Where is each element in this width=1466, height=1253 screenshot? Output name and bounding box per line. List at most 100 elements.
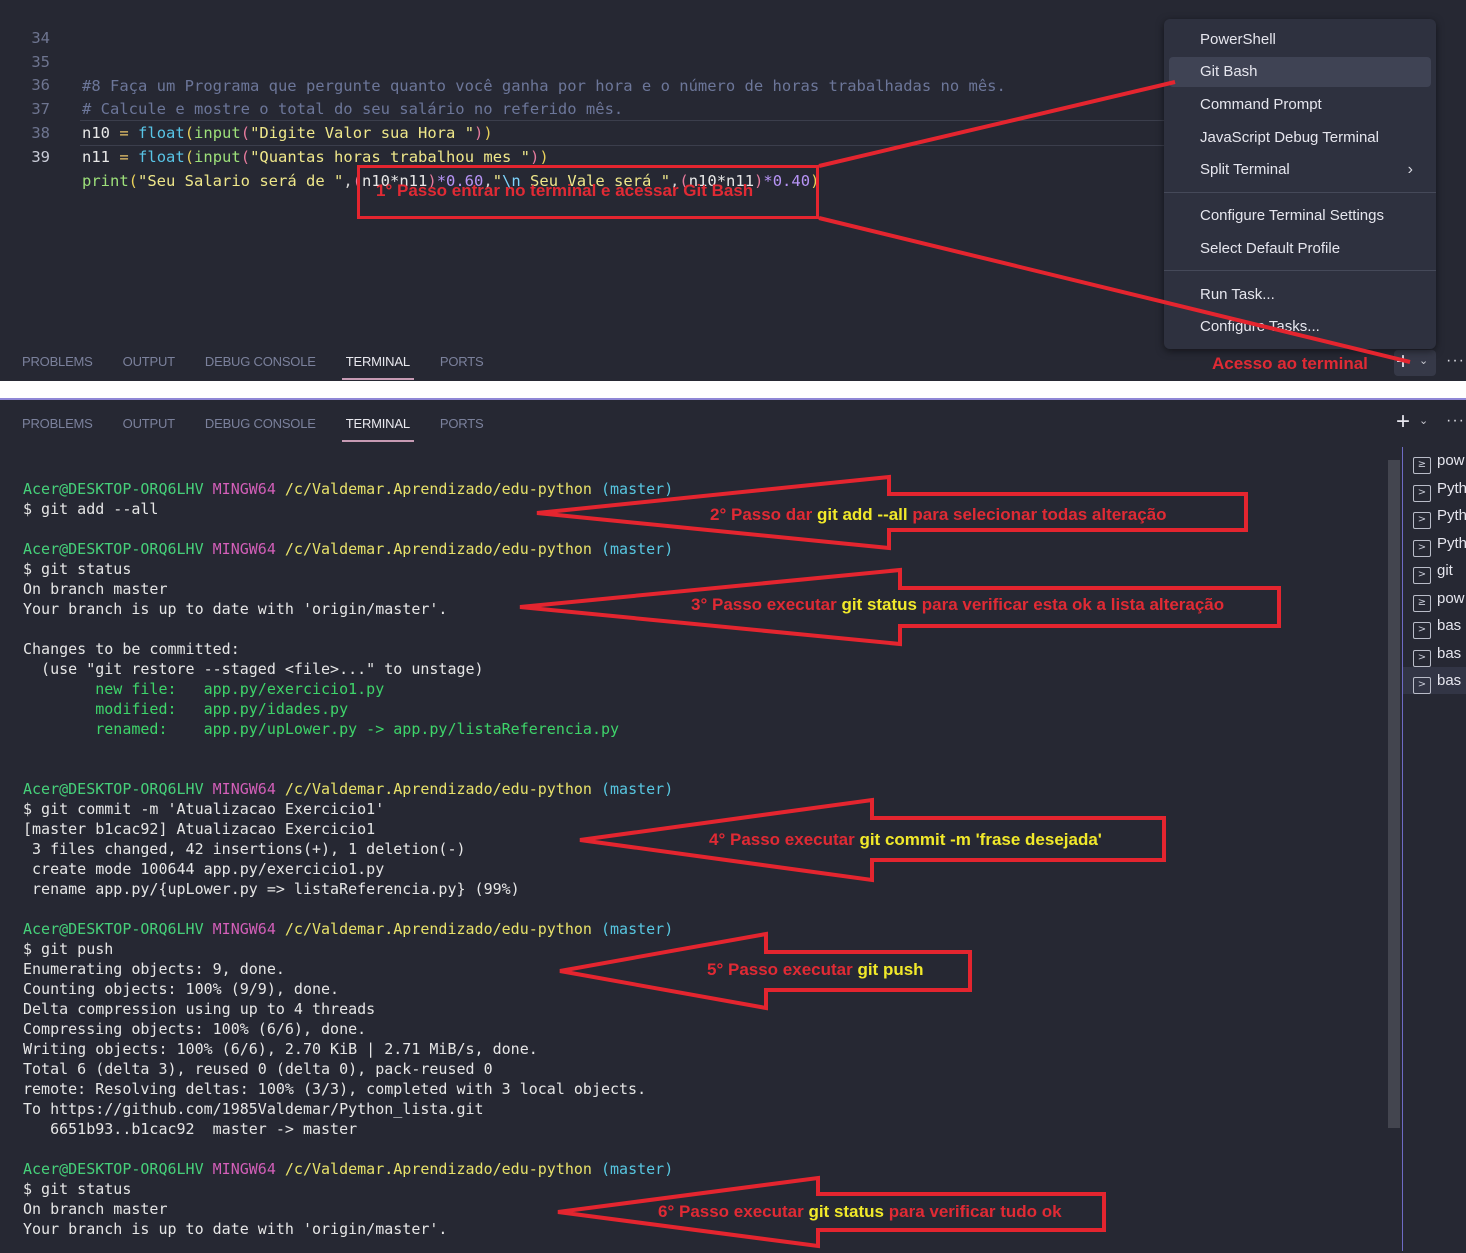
output-line: 3 files changed, 42 insertions(+), 1 del… (23, 840, 466, 858)
code-text: n10 = float(input("Digite Valor sua Hora… (82, 124, 493, 142)
tab-output[interactable]: OUTPUT (123, 409, 175, 439)
terminal-icon: > (1413, 677, 1431, 694)
more-actions-icon[interactable]: ··· (1446, 352, 1465, 370)
output-line: remote: Resolving deltas: 100% (3/3), co… (23, 1080, 647, 1098)
code-line-36[interactable]: 36 # Calcule e mostre o total do seu sal… (0, 49, 623, 118)
powershell-icon: ≥ (1413, 594, 1431, 612)
output-line: 6651b93..b1cac92 master -> master (23, 1120, 358, 1138)
terminal-list-item[interactable]: ≥ pow (1413, 585, 1465, 612)
output-line: rename app.py/{upLower.py => listaRefere… (23, 880, 520, 898)
terminal-list-label: bas (1437, 617, 1462, 634)
prompt-line: Acer@DESKTOP-ORQ6LHV MINGW64 /c/Valdemar… (23, 540, 674, 558)
terminal-scrollbar[interactable] (1388, 460, 1400, 1128)
output-line: [master b1cac92] Atualizacao Exercicio1 (23, 820, 376, 838)
menu-item-powershell[interactable]: PowerShell (1169, 25, 1431, 55)
terminal-list-label: Pyth (1437, 479, 1466, 497)
tab-problems[interactable]: PROBLEMS (22, 347, 93, 377)
terminal-list-label: pow (1437, 589, 1465, 607)
output-line: On branch master (23, 580, 168, 598)
output-line: Total 6 (delta 3), reused 0 (delta 0), p… (23, 1060, 493, 1078)
prompt-line: Acer@DESKTOP-ORQ6LHV MINGW64 /c/Valdemar… (23, 780, 674, 798)
menu-item-configure-tasks[interactable]: Configure Tasks... (1169, 312, 1431, 342)
panel-tabs-top: PROBLEMS OUTPUT DEBUG CONSOLE TERMINAL P… (0, 347, 491, 380)
tab-ports[interactable]: PORTS (440, 409, 484, 439)
launch-profile-chevron-icon[interactable]: ⌄ (1419, 414, 1428, 427)
menu-divider (1164, 192, 1436, 193)
terminal-profile-menu: PowerShell Git Bash Command Prompt JavaS… (1164, 19, 1436, 349)
terminal-list-item[interactable]: > Pyth (1413, 475, 1466, 502)
step4-annotation: 4° Passo executar git commit -m 'frase d… (709, 830, 1102, 849)
menu-item-run-task[interactable]: Run Task... (1169, 280, 1431, 310)
launch-profile-chevron-icon[interactable]: ⌄ (1419, 354, 1428, 367)
output-line: Writing objects: 100% (6/6), 2.70 KiB | … (23, 1040, 538, 1058)
comment: # Calcule e mostre o total do seu salári… (82, 100, 624, 118)
command-line: $ git status (23, 560, 132, 578)
change-line: modified: app.py/idades.py (23, 700, 349, 718)
terminal-list-label: bas (1437, 672, 1462, 689)
step6-annotation: 6° Passo executar git status para verifi… (658, 1202, 1062, 1221)
code-line-34[interactable]: 34 (0, 2, 50, 47)
tab-problems[interactable]: PROBLEMS (22, 409, 93, 439)
chevron-right-icon: › (1407, 161, 1413, 178)
more-actions-icon[interactable]: ··· (1446, 412, 1465, 430)
prompt-line: Acer@DESKTOP-ORQ6LHV MINGW64 /c/Valdemar… (23, 1160, 674, 1178)
terminal-icon: > (1413, 484, 1431, 502)
terminal-list-item[interactable]: > git (1413, 557, 1453, 584)
command-line: $ git push (23, 940, 114, 958)
terminal-list-label: pow (1437, 452, 1465, 469)
tab-debug-console[interactable]: DEBUG CONSOLE (205, 409, 316, 439)
new-terminal-plus-icon[interactable]: + (1396, 350, 1410, 374)
terminal-icon: > (1413, 567, 1431, 584)
code-line-35[interactable]: 35 #8 Faça um Programa que pergunte quan… (0, 26, 1006, 95)
editor-screenshot: 34 35 #8 Faça um Programa que pergunte q… (0, 0, 1466, 381)
terminal-list-label: Pyth (1437, 534, 1466, 552)
line-number: 39 (31, 148, 50, 166)
terminal-icon: > (1413, 622, 1431, 639)
terminal-list-item[interactable]: > bas (1413, 640, 1461, 667)
menu-item-git-bash[interactable]: Git Bash (1169, 57, 1431, 87)
terminal-list-item[interactable]: > Pyth (1413, 530, 1466, 557)
menu-item-javascript-debug-terminal[interactable]: JavaScript Debug Terminal (1169, 123, 1431, 153)
output-line: Counting objects: 100% (9/9), done. (23, 980, 340, 998)
command-line: $ git status (23, 1180, 132, 1198)
output-line: (use "git restore --staged <file>..." to… (23, 660, 484, 678)
tab-terminal[interactable]: TERMINAL (341, 409, 415, 442)
panel-tabs-bottom: PROBLEMS OUTPUT DEBUG CONSOLE TERMINAL P… (0, 409, 491, 442)
change-line: renamed: app.py/upLower.py -> app.py/lis… (23, 720, 620, 738)
menu-item-command-prompt[interactable]: Command Prompt (1169, 90, 1431, 120)
terminal-icon: > (1413, 539, 1431, 557)
code-line-39[interactable]: 39 print("Seu Salario será de ",(n10*n11… (0, 121, 819, 190)
terminal-tabs-list: ≥ pow > Pyth > Pyth > Pyth > git ≥ pow > bas > bas > bas (1402, 447, 1466, 1251)
terminal-list-item[interactable]: > bas (1413, 612, 1461, 639)
terminal-list-label: git (1437, 562, 1453, 579)
new-terminal-plus-icon[interactable]: + (1396, 410, 1410, 434)
menu-item-configure-terminal-settings[interactable]: Configure Terminal Settings (1169, 201, 1431, 231)
terminal-icon: > (1413, 649, 1431, 667)
tab-debug-console[interactable]: DEBUG CONSOLE (205, 347, 316, 377)
terminal-list-label: bas (1437, 644, 1462, 662)
output-line: Delta compression using up to 4 threads (23, 1000, 376, 1018)
terminal-list-item[interactable]: > bas (1403, 667, 1466, 694)
output-line: Changes to be committed: (23, 640, 240, 658)
command-line: $ git add --all (23, 500, 159, 518)
terminal-icon: > (1413, 512, 1431, 529)
step2-annotation: 2° Passo dar git add --all para selecion… (710, 505, 1167, 524)
terminal-list-item[interactable]: ≥ pow (1413, 447, 1465, 474)
screenshot-separator (0, 381, 1466, 398)
menu-item-split-terminal[interactable]: Split Terminal › (1169, 155, 1431, 185)
menu-divider (1164, 270, 1436, 271)
tab-output[interactable]: OUTPUT (123, 347, 175, 377)
tab-terminal[interactable]: TERMINAL (341, 347, 415, 380)
comment: #8 Faça um Programa que pergunte quanto … (82, 77, 1006, 95)
step1-annotation: 1° Passo entrar no terminal e acessar Gi… (376, 181, 754, 200)
terminal-list-label: Pyth (1437, 507, 1466, 524)
output-line: create mode 100644 app.py/exercicio1.py (23, 860, 385, 878)
output-line: Your branch is up to date with 'origin/m… (23, 1220, 448, 1238)
code-line-37[interactable]: 37 n10 = float(input("Digite Valor sua H… (0, 73, 492, 142)
menu-item-select-default-profile[interactable]: Select Default Profile (1169, 234, 1431, 264)
command-line: $ git commit -m 'Atualizacao Exercicio1' (23, 800, 385, 818)
output-line: To https://github.com/1985Valdemar/Pytho… (23, 1100, 484, 1118)
code-line-38[interactable]: 38 n11 = float(input("Quantas horas trab… (0, 97, 548, 166)
tab-ports[interactable]: PORTS (440, 347, 484, 377)
terminal-list-item[interactable]: > Pyth (1413, 502, 1466, 529)
